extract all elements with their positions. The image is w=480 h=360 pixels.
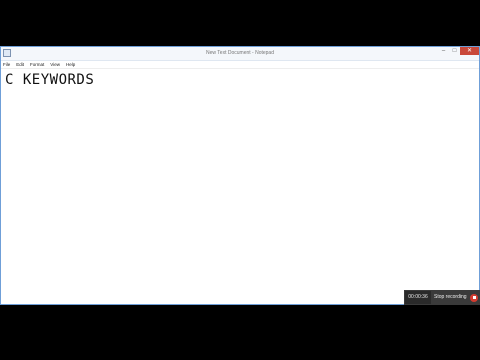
window-controls: – □ ✕ — [438, 47, 479, 55]
recording-timer: 00:00:36 — [405, 291, 431, 304]
maximize-icon[interactable]: □ — [449, 47, 460, 55]
menu-bar: File Edit Format View Help — [1, 61, 479, 69]
menu-view[interactable]: View — [50, 61, 60, 69]
recording-panel: 00:00:36 Stop recording — [404, 290, 480, 305]
text-editor[interactable]: C KEYWORDS — [1, 70, 479, 302]
menu-file[interactable]: File — [3, 61, 10, 69]
menu-help[interactable]: Help — [66, 61, 75, 69]
menu-format[interactable]: Format — [30, 61, 44, 69]
close-icon[interactable]: ✕ — [460, 47, 479, 55]
editor-content: C KEYWORDS — [5, 72, 95, 88]
window-title: New Text Document - Notepad — [206, 50, 274, 56]
notepad-window: New Text Document - Notepad – □ ✕ File E… — [0, 46, 480, 305]
menu-edit[interactable]: Edit — [16, 61, 24, 69]
minimize-icon[interactable]: – — [438, 47, 449, 55]
title-bar[interactable]: New Text Document - Notepad – □ ✕ — [1, 47, 479, 61]
stop-recording-label[interactable]: Stop recording — [431, 291, 470, 304]
record-stop-icon[interactable] — [470, 293, 478, 302]
